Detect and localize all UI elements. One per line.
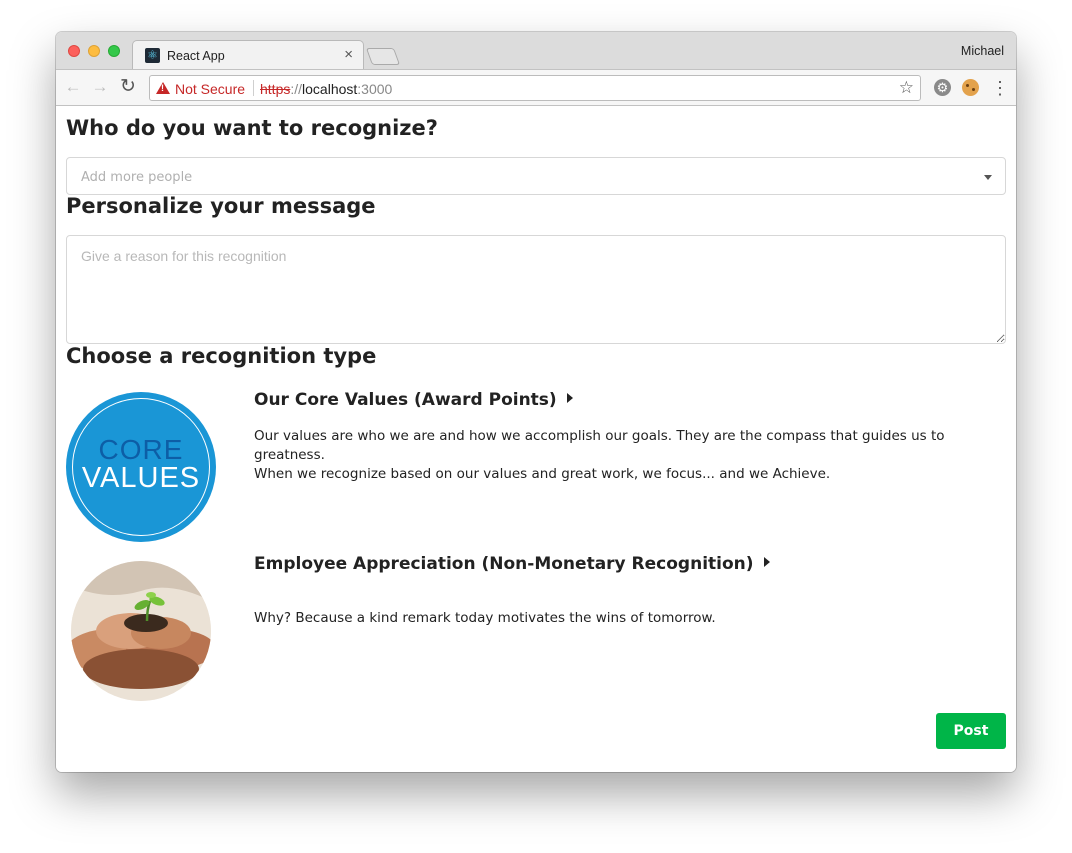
url-text[interactable]: https://localhost:3000 xyxy=(260,81,392,97)
browser-window: ⚛ React App × Michael ← → ↻ ! Not Secure… xyxy=(56,32,1016,772)
cookie-extension-icon[interactable] xyxy=(962,79,979,96)
core-values-description: Our values are who we are and how we acc… xyxy=(254,427,974,484)
url-port: :3000 xyxy=(357,81,393,97)
caret-right-icon[interactable] xyxy=(566,393,573,403)
reload-icon[interactable]: ↻ xyxy=(117,75,139,99)
url-separator: :// xyxy=(290,81,303,97)
people-select[interactable]: Add more people xyxy=(66,157,1006,195)
menu-icon[interactable]: ⋮ xyxy=(991,76,1009,100)
choose-type-heading: Choose a recognition type xyxy=(66,344,377,368)
core-values-image-text-bottom: VALUES xyxy=(81,462,201,494)
chevron-down-icon[interactable] xyxy=(984,175,992,180)
appreciation-description: Why? Because a kind remark today motivat… xyxy=(254,609,974,628)
tab-strip: ⚛ React App × Michael xyxy=(56,32,1016,70)
back-icon[interactable]: ← xyxy=(62,75,84,99)
address-bar[interactable]: ! Not Secure https://localhost:3000 ☆ xyxy=(149,75,921,101)
appreciation-image[interactable] xyxy=(71,561,211,701)
profile-name[interactable]: Michael xyxy=(961,44,1004,58)
zoom-window-button[interactable] xyxy=(108,45,120,57)
core-values-description-line1: Our values are who we are and how we acc… xyxy=(254,428,945,463)
appreciation-title-text: Employee Appreciation (Non-Monetary Reco… xyxy=(254,554,754,574)
gear-extension-icon[interactable]: ⚙ xyxy=(934,79,951,96)
page-content: Who do you want to recognize? Add more p… xyxy=(56,106,1016,772)
url-host: localhost xyxy=(302,81,358,97)
security-label[interactable]: Not Secure xyxy=(175,81,245,97)
message-textarea[interactable] xyxy=(66,235,1006,344)
tab-title: React App xyxy=(167,49,225,63)
appreciation-title[interactable]: Employee Appreciation (Non-Monetary Reco… xyxy=(254,554,770,574)
close-icon[interactable]: × xyxy=(344,46,353,63)
browser-toolbar: ← → ↻ ! Not Secure https://localhost:300… xyxy=(56,69,1016,106)
core-values-image[interactable]: CORE VALUES xyxy=(66,392,216,542)
core-values-title[interactable]: Our Core Values (Award Points) xyxy=(254,390,573,410)
people-placeholder: Add more people xyxy=(81,170,193,185)
url-scheme: https xyxy=(260,81,291,97)
core-values-description-line2: When we recognize based on our values an… xyxy=(254,466,831,482)
new-tab-button[interactable] xyxy=(365,48,401,65)
warning-icon: ! xyxy=(156,82,170,94)
recognize-heading: Who do you want to recognize? xyxy=(66,116,438,140)
forward-icon[interactable]: → xyxy=(89,75,111,99)
url-divider xyxy=(253,80,254,96)
react-favicon-icon: ⚛ xyxy=(145,48,160,63)
personalize-heading: Personalize your message xyxy=(66,194,376,218)
core-values-title-text: Our Core Values (Award Points) xyxy=(254,390,557,410)
close-window-button[interactable] xyxy=(68,45,80,57)
star-icon[interactable]: ☆ xyxy=(899,78,914,98)
tab-react-app[interactable]: ⚛ React App × xyxy=(132,40,364,70)
post-button[interactable]: Post xyxy=(936,713,1006,749)
appreciation-description-line1: Why? Because a kind remark today motivat… xyxy=(254,610,716,626)
hands-holding-plant-illustration xyxy=(71,561,211,701)
caret-right-icon[interactable] xyxy=(763,557,770,567)
minimize-window-button[interactable] xyxy=(88,45,100,57)
